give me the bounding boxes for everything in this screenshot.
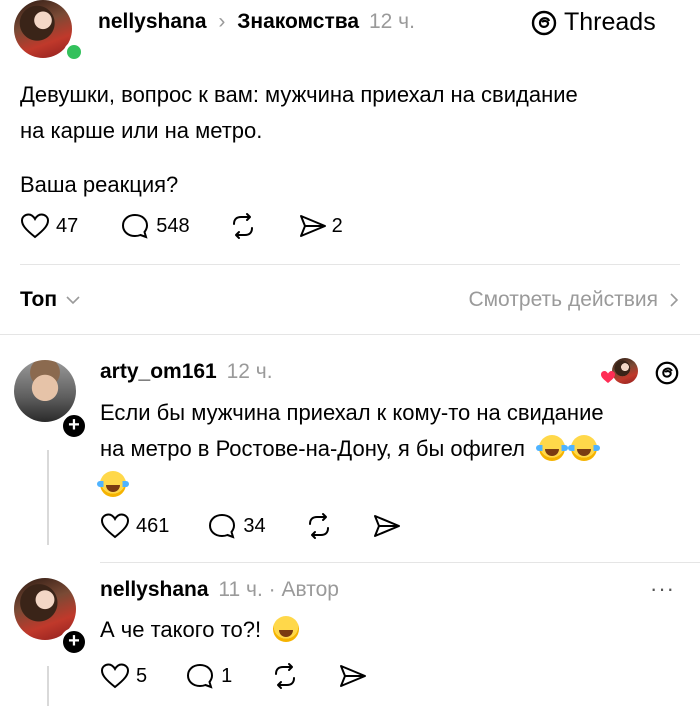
reply-text: А че такого то?! [100, 612, 300, 648]
joy-emoji-icon [536, 435, 569, 461]
share-count: 2 [331, 214, 343, 237]
reply-text-line: Если бы мужчина приехал к кому-то на сви… [100, 400, 604, 425]
view-activity-link[interactable]: Смотреть действия [468, 288, 680, 312]
comment-count: 548 [156, 214, 190, 237]
thread-line [47, 450, 49, 545]
post-text-line: Ваша реакция? [20, 172, 179, 197]
follow-plus-icon[interactable]: + [60, 628, 88, 656]
send-icon [373, 515, 400, 537]
community-name[interactable]: Знакомства [237, 10, 359, 33]
post-text-line: Девушки, вопрос к вам: мужчина приехал н… [20, 82, 578, 107]
repost-icon [308, 513, 329, 539]
sort-dropdown[interactable]: Топ [20, 288, 81, 312]
author-username[interactable]: nellyshana [98, 10, 207, 33]
comment-bubble-icon [187, 663, 214, 689]
follow-plus-icon[interactable]: + [60, 412, 88, 440]
reply-actions: 5 1 [100, 662, 368, 690]
view-activity-label: Смотреть действия [468, 288, 658, 311]
chevron-right-icon [670, 293, 679, 307]
repost-button[interactable] [228, 212, 258, 240]
threads-label: Threads [564, 8, 656, 36]
reply-time: 12 ч. [226, 360, 273, 383]
comment-bubble-icon [209, 513, 236, 539]
reply-header: arty_om161 12 ч. [100, 360, 273, 384]
author-tag: · Автор [268, 578, 339, 601]
heart-icon [100, 513, 130, 539]
comment-button[interactable]: 548 [120, 212, 190, 240]
like-count: 5 [136, 664, 148, 687]
reply-text: Если бы мужчина приехал к кому-то на сви… [97, 395, 690, 503]
post-time: 12 ч. [368, 10, 415, 33]
repost-button[interactable] [270, 662, 300, 690]
reply-text-line [97, 467, 690, 503]
reply-header: nellyshana 11 ч. · Автор [100, 578, 339, 602]
heart-icon [20, 213, 50, 239]
repost-icon [275, 663, 296, 689]
threads-logo-icon[interactable] [654, 360, 680, 386]
repost-icon [232, 213, 253, 239]
liked-by-author-badge [600, 358, 638, 388]
comment-button[interactable]: 34 [207, 512, 266, 540]
comment-button[interactable]: 1 [185, 662, 232, 690]
reply-username[interactable]: arty_om161 [100, 360, 217, 383]
reply-actions: 461 34 [100, 512, 402, 540]
threads-badge[interactable]: Threads [530, 8, 656, 37]
online-status-dot [64, 42, 84, 62]
like-count: 461 [136, 514, 170, 537]
chevron-down-icon [66, 296, 80, 305]
grin-emoji-icon [273, 616, 300, 642]
like-count: 47 [56, 214, 79, 237]
comment-count: 1 [221, 664, 233, 687]
divider [20, 264, 680, 265]
divider [100, 562, 700, 563]
thread-line [47, 666, 49, 706]
comment-bubble-icon [122, 213, 149, 239]
more-options-icon[interactable]: ··· [650, 576, 675, 602]
threads-logo-icon [531, 10, 557, 35]
reply-text-line: на метро в Ростове-на-Дону, я бы офигел [100, 431, 690, 467]
post-actions: 47 548 2 [20, 212, 343, 240]
like-button[interactable]: 461 [100, 512, 169, 540]
send-icon [340, 665, 367, 687]
like-button[interactable]: 5 [100, 662, 147, 690]
comment-count: 34 [243, 514, 266, 537]
like-button[interactable]: 47 [20, 212, 78, 240]
divider [0, 334, 700, 335]
reply-username[interactable]: nellyshana [100, 578, 209, 601]
breadcrumb-chevron-icon: › [218, 10, 226, 33]
post-text: Девушки, вопрос к вам: мужчина приехал н… [20, 77, 690, 203]
post-header: nellyshana › Знакомства 12 ч. [98, 10, 415, 34]
share-button[interactable]: 2 [298, 212, 343, 240]
reply-time: 11 ч. [218, 578, 263, 601]
share-button[interactable] [372, 512, 402, 540]
post-text-line: на карше или на метро. [20, 118, 263, 143]
repost-button[interactable] [304, 512, 334, 540]
joy-emoji-icon [97, 471, 129, 497]
share-button[interactable] [338, 662, 368, 690]
joy-emoji-icon [568, 435, 601, 461]
sort-label: Топ [20, 288, 58, 311]
heart-icon [100, 663, 130, 689]
send-icon [299, 215, 326, 237]
heart-icon [601, 371, 615, 383]
